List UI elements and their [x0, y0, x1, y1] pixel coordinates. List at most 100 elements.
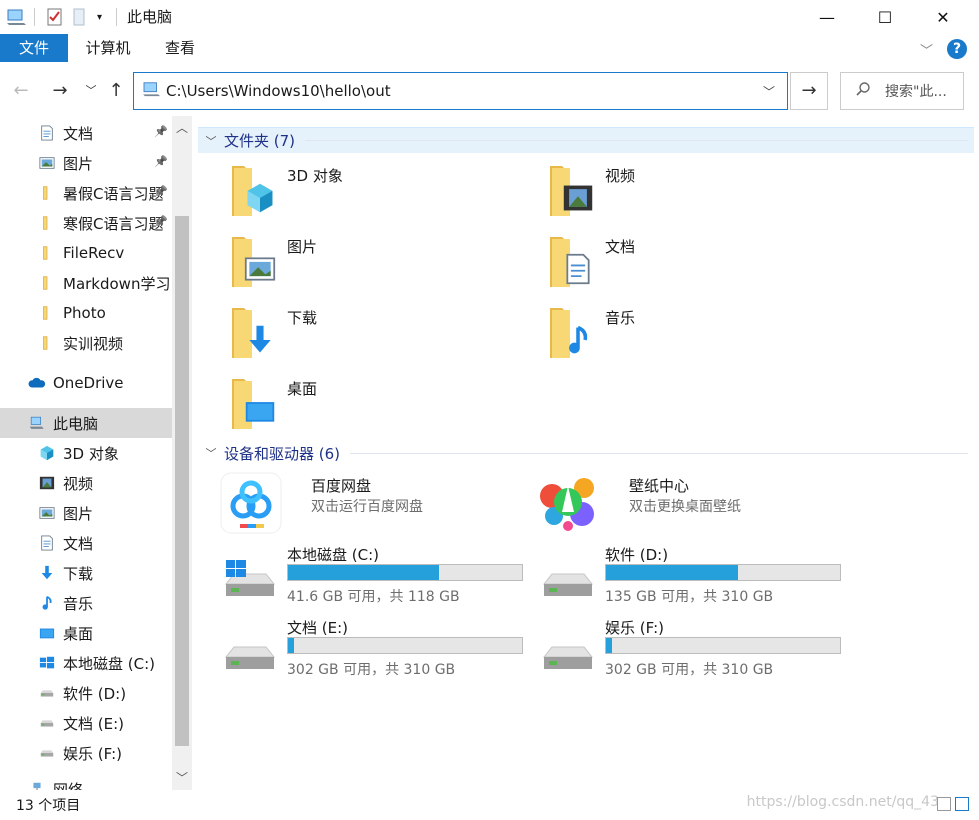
- sidebar-scrollbar[interactable]: ︿ ﹀: [172, 116, 192, 790]
- devices-group-header[interactable]: ﹀ 设备和驱动器 (6): [198, 440, 974, 466]
- sidebar-item-label: 视频: [63, 474, 94, 493]
- minimize-button[interactable]: —: [798, 0, 856, 34]
- properties-icon[interactable]: [46, 6, 64, 28]
- drive-tile[interactable]: 软件 (D:) 135 GB 可用，共 310 GB: [516, 544, 841, 610]
- address-path[interactable]: C:\Users\Windows10\hello\out: [166, 82, 391, 100]
- sidebar-item[interactable]: 音乐: [0, 588, 172, 618]
- folder-tile[interactable]: 桌面: [230, 375, 530, 439]
- drive-usage-bar: [605, 637, 841, 654]
- picture-icon: [38, 154, 56, 172]
- collapse-chevron-icon[interactable]: ﹀: [198, 445, 224, 461]
- folder-name: 视频: [605, 167, 636, 185]
- sidebar-item[interactable]: 暑假C语言习题 📌: [0, 178, 172, 208]
- address-dropdown-icon[interactable]: ﹀: [763, 83, 775, 100]
- sidebar-item[interactable]: 娱乐 (F:): [0, 738, 172, 768]
- document-icon: [562, 253, 594, 289]
- chevron-down-icon: ﹀: [85, 84, 97, 97]
- sidebar-item-label: 软件 (D:): [63, 684, 127, 703]
- app-baidu-netdisk[interactable]: 百度网盘 双击运行百度网盘: [220, 472, 520, 536]
- drive-tile[interactable]: 本地磁盘 (C:) 41.6 GB 可用，共 118 GB: [198, 544, 523, 610]
- back-button[interactable]: ←: [8, 78, 34, 104]
- picture-icon: [38, 504, 56, 522]
- drive-usage-fill: [606, 638, 613, 653]
- tab-view[interactable]: 查看: [152, 34, 208, 62]
- sidebar-item[interactable]: 文档: [0, 528, 172, 558]
- help-button[interactable]: ?: [947, 39, 967, 59]
- search-input[interactable]: 搜索"此...: [840, 72, 964, 110]
- sidebar-item[interactable]: 3D 对象: [0, 438, 172, 468]
- folders-group-header[interactable]: ﹀ 文件夹 (7): [198, 127, 974, 153]
- sidebar-item[interactable]: 视频: [0, 468, 172, 498]
- folder-tile[interactable]: 下载: [230, 304, 530, 368]
- address-bar[interactable]: C:\Users\Windows10\hello\out ﹀: [133, 72, 788, 110]
- folder-tile[interactable]: 音乐: [548, 304, 848, 368]
- expand-ribbon-icon[interactable]: ﹀: [920, 40, 933, 59]
- sidebar-item[interactable]: 软件 (D:): [0, 678, 172, 708]
- sidebar-item-label: 3D 对象: [63, 444, 119, 463]
- sidebar-item[interactable]: Photo: [0, 298, 172, 328]
- scroll-up-icon[interactable]: ︿: [172, 118, 192, 138]
- folder-tile[interactable]: 文档: [548, 233, 848, 297]
- drive-tile[interactable]: 文档 (E:) 302 GB 可用，共 310 GB: [198, 617, 523, 683]
- drive-tile[interactable]: 娱乐 (F:) 302 GB 可用，共 310 GB: [516, 617, 841, 683]
- close-button[interactable]: ✕: [914, 0, 972, 34]
- sidebar-item-label: 本地磁盘 (C:): [63, 654, 155, 673]
- sidebar-item[interactable]: 网络: [0, 774, 172, 790]
- folders-header-label: 文件夹 (7): [224, 132, 296, 150]
- sidebar-item[interactable]: Markdown学习: [0, 268, 172, 298]
- sidebar-item[interactable]: OneDrive: [0, 368, 172, 398]
- sidebar-item[interactable]: 本地磁盘 (C:): [0, 648, 172, 678]
- windows-drive-icon: [222, 560, 278, 600]
- details-view-button[interactable]: [937, 797, 951, 811]
- windows-drive-icon: [38, 654, 56, 672]
- wallpaper-center-icon: [538, 472, 602, 536]
- pin-icon: 📌: [154, 125, 168, 138]
- drive-usage-fill: [606, 565, 739, 580]
- sidebar-item[interactable]: 寒假C语言习题 📌: [0, 208, 172, 238]
- computer-icon: [142, 81, 162, 101]
- sidebar-item[interactable]: 下载: [0, 558, 172, 588]
- forward-button[interactable]: →: [47, 78, 73, 104]
- sidebar-item[interactable]: 实训视频: [0, 328, 172, 358]
- sidebar-item[interactable]: FileRecv: [0, 238, 172, 268]
- drive-icon: [38, 684, 56, 702]
- sidebar-item-label: 暑假C语言习题: [63, 184, 164, 203]
- up-button[interactable]: ↑: [103, 78, 129, 104]
- scroll-thumb[interactable]: [175, 216, 189, 746]
- folder-icon: [38, 244, 56, 262]
- sidebar-item[interactable]: 文档 📌: [0, 118, 172, 148]
- maximize-button[interactable]: ☐: [856, 0, 914, 34]
- drive-icon: [38, 714, 56, 732]
- folder-icon: [548, 162, 612, 226]
- folder-icon: [38, 334, 56, 352]
- scroll-down-icon[interactable]: ﹀: [172, 768, 192, 788]
- sidebar-item[interactable]: 图片: [0, 498, 172, 528]
- app-name: 壁纸中心: [629, 477, 690, 495]
- folder-tile[interactable]: 3D 对象: [230, 162, 530, 226]
- sidebar-item[interactable]: 文档 (E:): [0, 708, 172, 738]
- go-button[interactable]: →: [790, 72, 828, 110]
- tab-file[interactable]: 文件: [0, 34, 68, 62]
- sidebar-item[interactable]: 桌面: [0, 618, 172, 648]
- picture-icon: [244, 253, 276, 289]
- close-icon: ✕: [936, 7, 950, 27]
- minimize-icon: —: [819, 7, 835, 27]
- sidebar-item-label: 网络: [53, 780, 84, 791]
- drive-usage-bar: [287, 637, 523, 654]
- sidebar-item[interactable]: 此电脑: [0, 408, 172, 438]
- collapse-chevron-icon[interactable]: ﹀: [198, 133, 224, 149]
- new-folder-icon[interactable]: [72, 6, 86, 28]
- recent-locations-button[interactable]: ﹀: [78, 78, 104, 104]
- drive-space-text: 41.6 GB 可用，共 118 GB: [287, 589, 460, 605]
- folder-name: 图片: [287, 238, 318, 256]
- tab-computer[interactable]: 计算机: [76, 34, 140, 62]
- large-icons-view-button[interactable]: [955, 797, 969, 811]
- sidebar-item[interactable]: 图片 📌: [0, 148, 172, 178]
- customize-quick-access-icon[interactable]: ▾: [97, 6, 102, 28]
- folder-tile[interactable]: 图片: [230, 233, 530, 297]
- app-wallpaper-center[interactable]: 壁纸中心 双击更换桌面壁纸: [538, 472, 838, 536]
- network-icon: [28, 780, 46, 790]
- navigation-pane: 文档 📌 图片 📌 暑假C语言习题 📌 寒假C语言习题 📌 FileRecv Markdown学习…: [0, 116, 196, 790]
- folder-tile[interactable]: 视频: [548, 162, 848, 226]
- window-title: 此电脑: [127, 8, 173, 26]
